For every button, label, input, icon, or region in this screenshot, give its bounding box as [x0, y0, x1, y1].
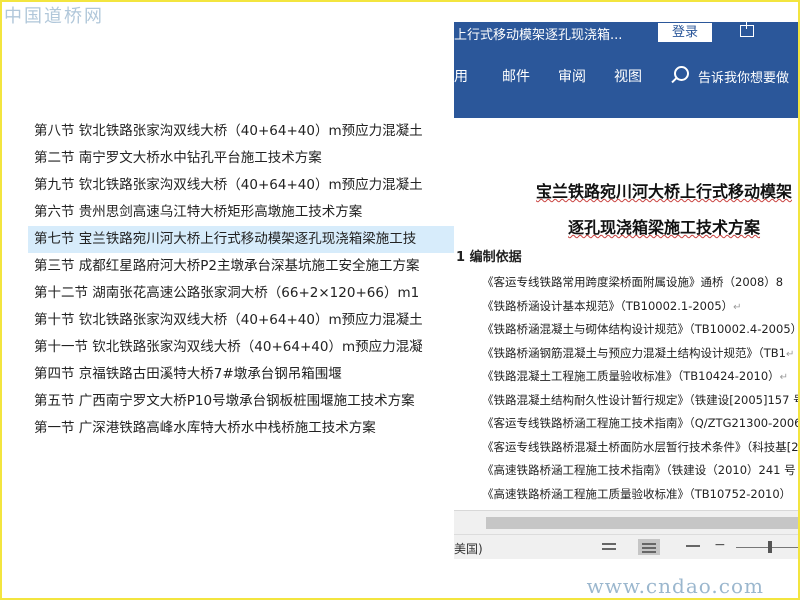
reference-item: 《客运专线铁路桥混凝土桥面防水层暂行技术条件》（科技基[2: [482, 439, 798, 455]
paragraph-mark: ↵: [779, 372, 789, 383]
list-item[interactable]: 第十二节 湖南张花高速公路张家洞大桥（66+2×120+66）m1: [28, 280, 454, 307]
reference-text: 《客运专线铁路常用跨度梁桥面附属设施》通桥（2008）8: [482, 275, 784, 289]
zoom-out-icon[interactable]: −: [714, 537, 726, 553]
word-window: 上行式移动模架逐孔现浇箱... 登录 用 邮件 审阅 视图 告诉我你想要做 宝兰…: [454, 22, 798, 596]
reference-text: 《铁路桥涵混凝土与砌体结构设计规范》（TB10002.4-2005）: [482, 322, 798, 336]
print-layout-icon[interactable]: [638, 539, 660, 555]
reference-item: 《高速铁路桥涵工程施工质量验收标准》（TB10752-2010）: [482, 486, 791, 502]
list-item[interactable]: 第七节 宝兰铁路宛川河大桥上行式移动模架逐孔现浇箱梁施工技: [28, 226, 454, 253]
list-item[interactable]: 第一节 广深港铁路高峰水库特大桥水中栈桥施工技术方案: [28, 415, 454, 442]
reference-item: 《铁路桥涵混凝土与砌体结构设计规范》（TB10002.4-2005）↵: [482, 321, 798, 337]
zoom-slider[interactable]: [736, 547, 798, 548]
reference-item: 《铁路桥涵钢筋混凝土与预应力混凝土结构设计规范》（TB1↵: [482, 345, 794, 361]
zoom-slider-thumb[interactable]: [768, 541, 772, 553]
search-icon[interactable]: [674, 66, 689, 81]
reference-item: 《客运专线铁路常用跨度梁桥面附属设施》通桥（2008）8: [482, 274, 783, 290]
paragraph-mark: ↵: [733, 301, 742, 313]
list-item[interactable]: 第十节 钦北铁路张家沟双线大桥（40+64+40）m预应力混凝土: [28, 307, 454, 334]
document-page[interactable]: 宝兰铁路宛川河大桥上行式移动模架 逐孔现浇箱梁施工技术方案 1 编制依据 《客运…: [454, 118, 798, 510]
share-icon[interactable]: [740, 22, 754, 37]
list-item[interactable]: 第二节 南宁罗文大桥水中钻孔平台施工技术方案: [28, 145, 454, 172]
file-list: 第八节 钦北铁路张家沟双线大桥（40+64+40）m预应力混凝土 第二节 南宁罗文…: [28, 118, 454, 442]
horizontal-scrollbar[interactable]: [454, 510, 798, 535]
ribbon: 用 邮件 审阅 视图 告诉我你想要做: [454, 42, 798, 118]
document-title: 上行式移动模架逐孔现浇箱...: [454, 28, 623, 43]
reference-text: 《铁路桥涵钢筋混凝土与预应力混凝土结构设计规范》（TB1: [482, 345, 786, 360]
tab-mailings[interactable]: 邮件: [502, 66, 530, 86]
paragraph-mark: ↵: [785, 348, 795, 360]
reference-item: 《铁路桥涵设计基本规范》（TB10002.1-2005）↵: [482, 298, 742, 314]
reference-text: 《高速铁路桥涵工程施工技术指南》（铁建设（2010）241 号: [482, 463, 796, 477]
title-bar: 上行式移动模架逐孔现浇箱... 登录: [454, 22, 798, 43]
web-layout-icon[interactable]: [682, 539, 704, 555]
read-mode-icon[interactable]: [598, 539, 620, 555]
reference-text: 《客运专线铁路桥混凝土桥面防水层暂行技术条件》（科技基[2: [482, 439, 798, 454]
tab-view[interactable]: 视图: [614, 66, 642, 86]
scrollbar-thumb[interactable]: [486, 517, 798, 529]
status-bar: 美国) −: [454, 534, 798, 559]
tab-review[interactable]: 审阅: [558, 66, 586, 86]
list-item[interactable]: 第六节 贵州思剑高速乌江特大桥矩形高墩施工技术方案: [28, 199, 454, 226]
reference-item: 《高速铁路桥涵工程施工技术指南》（铁建设（2010）241 号: [482, 462, 796, 478]
reference-text: 《铁路混凝土工程施工质量验收标准》（TB10424-2010）: [482, 369, 780, 383]
list-item[interactable]: 第五节 广西南宁罗文大桥P10号墩承台钢板桩围堰施工技术方案: [28, 388, 454, 415]
list-item[interactable]: 第四节 京福铁路古田溪特大桥7#墩承台钢吊箱围堰: [28, 361, 454, 388]
section-heading: 1 编制依据: [456, 250, 522, 265]
login-button[interactable]: 登录: [658, 23, 712, 42]
list-item[interactable]: 第三节 成都红星路府河大桥P2主墩承台深基坑施工安全施工方案: [28, 253, 454, 280]
reference-text: 《客运专线铁路桥涵工程施工技术指南》（Q/ZTG21300-2006: [482, 416, 798, 430]
site-logo-top: 中国道桥网: [4, 6, 104, 27]
tab-references[interactable]: 用: [454, 66, 468, 86]
document-heading-line2: 逐孔现浇箱梁施工技术方案: [568, 218, 761, 237]
language-indicator[interactable]: 美国): [454, 540, 483, 557]
reference-text: 《高速铁路桥涵工程施工质量验收标准》（TB10752-2010）: [482, 486, 792, 501]
reference-text: 《铁路桥涵设计基本规范》（TB10002.1-2005）: [482, 298, 734, 313]
reference-text: 《铁路混凝土结构耐久性设计暂行规定》（铁建设[2005]157 号: [482, 392, 798, 407]
reference-item: 《铁路混凝土结构耐久性设计暂行规定》（铁建设[2005]157 号: [482, 392, 798, 408]
tell-me-search[interactable]: 告诉我你想要做: [698, 67, 789, 86]
list-item[interactable]: 第十一节 钦北铁路张家沟双线大桥（40+64+40）m预应力混凝: [28, 334, 454, 361]
list-item[interactable]: 第八节 钦北铁路张家沟双线大桥（40+64+40）m预应力混凝土: [28, 118, 454, 145]
site-logo-bottom: www.cndao.com: [586, 574, 764, 598]
list-item[interactable]: 第九节 钦北铁路张家沟双线大桥（40+64+40）m预应力混凝土: [28, 172, 454, 199]
reference-item: 《客运专线铁路桥涵工程施工技术指南》（Q/ZTG21300-2006: [482, 415, 798, 431]
reference-item: 《铁路混凝土工程施工质量验收标准》（TB10424-2010）↵: [482, 368, 788, 384]
document-heading-line1: 宝兰铁路宛川河大桥上行式移动模架: [536, 182, 793, 201]
